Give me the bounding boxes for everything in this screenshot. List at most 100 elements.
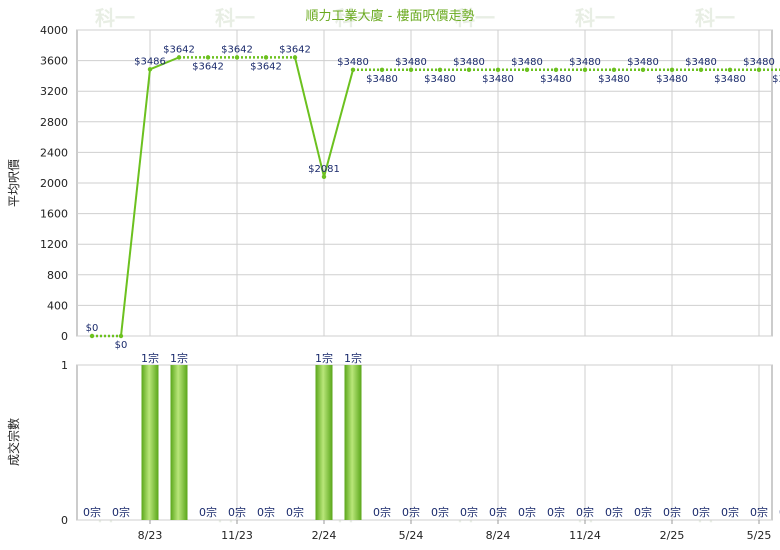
- y-tick-label: 400: [47, 299, 68, 312]
- deal-count-label: 0宗: [460, 505, 478, 519]
- price-label: $3480: [743, 57, 775, 68]
- deal-bar: [170, 365, 188, 520]
- price-point: [495, 67, 501, 72]
- price-point: [698, 67, 704, 72]
- price-label: $3480: [540, 74, 572, 85]
- bar-y-ticks: 01: [61, 359, 68, 527]
- price-label: $3480: [598, 74, 630, 85]
- watermark-text: 科一: [215, 6, 255, 30]
- price-label: $3480: [395, 57, 427, 68]
- price-label: $0: [86, 323, 99, 334]
- y-tick-label: 2400: [40, 146, 68, 159]
- deal-count-label: 0宗: [286, 505, 304, 519]
- y-tick-label: 0: [61, 330, 68, 343]
- deal-count-label: 0宗: [112, 505, 130, 519]
- price-point: [234, 55, 240, 60]
- price-label: $3642: [221, 44, 253, 55]
- deal-count-label: 0宗: [373, 505, 391, 519]
- price-label: $3480: [424, 74, 456, 85]
- y-tick-label: 1200: [40, 238, 68, 251]
- price-point: [176, 55, 182, 60]
- deal-count-label: 0宗: [228, 505, 246, 519]
- deal-bar: [315, 365, 333, 520]
- y-tick-label: 800: [47, 269, 68, 282]
- deal-count-label: 0宗: [663, 505, 681, 519]
- line-y-ticks: 0 400 800 1200 1600 2000 2400 2800 3200 3600 4000: [40, 24, 68, 343]
- deal-count-label: 0宗: [199, 505, 217, 519]
- chart-title: 順力工業大廈 - 樓面呎價走勢: [306, 8, 475, 24]
- x-tick-label: 8/23: [138, 529, 163, 542]
- chart-figure: 科一科一科一科一科一科一科一科一科一科一科一科一科一科一科一科一科一科一科一科一…: [6, 6, 780, 542]
- line-y-axis-title: 平均呎價: [7, 159, 21, 207]
- price-label: $3480: [569, 57, 601, 68]
- deal-count-label: 0宗: [402, 505, 420, 519]
- deal-count-label: 1宗: [170, 351, 188, 365]
- x-tick-label: 11/23: [221, 529, 253, 542]
- price-point: [466, 67, 472, 72]
- price-point: [321, 174, 327, 180]
- price-label: $3486: [134, 56, 166, 67]
- deal-count-label: 0宗: [634, 505, 652, 519]
- price-label: $0: [115, 340, 128, 351]
- price-point: [89, 333, 95, 339]
- price-point: [669, 67, 675, 72]
- price-label: $3642: [163, 44, 195, 55]
- x-tick-label: 2/25: [660, 529, 685, 542]
- price-point: [553, 67, 559, 72]
- y-tick-label: 3200: [40, 85, 68, 98]
- price-label: $3480: [627, 57, 659, 68]
- deal-count-label: 1宗: [141, 351, 159, 365]
- price-label: $3480: [714, 74, 746, 85]
- price-point: [611, 67, 617, 72]
- y-tick-label: 2800: [40, 116, 68, 129]
- price-point: [292, 55, 298, 60]
- price-label: $2081: [308, 164, 340, 175]
- price-label: $3480: [453, 57, 485, 68]
- deal-count-label: 0宗: [489, 505, 507, 519]
- price-label: $3480: [366, 74, 398, 85]
- price-point: [640, 67, 646, 72]
- x-tick-label: 11/24: [569, 529, 601, 542]
- price-point: [263, 55, 269, 60]
- deal-count-label: 0宗: [721, 505, 739, 519]
- price-label: $3642: [250, 61, 282, 72]
- price-point: [147, 67, 153, 72]
- deal-count-label: 0宗: [692, 505, 710, 519]
- deal-count-label: 0宗: [518, 505, 536, 519]
- deal-count-label: 0宗: [431, 505, 449, 519]
- deal-count-label: 0宗: [257, 505, 275, 519]
- price-point: [437, 67, 443, 72]
- price-point: [118, 333, 124, 339]
- deal-count-label: 0宗: [605, 505, 623, 519]
- price-point: [350, 67, 356, 72]
- price-label: $3480: [685, 57, 717, 68]
- deal-count-label: 1宗: [315, 351, 333, 365]
- deal-count-label: 0宗: [83, 505, 101, 519]
- price-point: [379, 67, 385, 72]
- deal-bar: [141, 365, 159, 520]
- price-point: [524, 67, 530, 72]
- y-tick-label: 1: [61, 359, 68, 372]
- x-tick-label: 5/25: [747, 529, 772, 542]
- y-tick-label: 2000: [40, 177, 68, 190]
- price-label: $3480: [482, 74, 514, 85]
- deal-bar: [344, 365, 362, 520]
- price-label: $3480: [656, 74, 688, 85]
- price-point: [205, 55, 211, 60]
- deal-count-label: 0宗: [576, 505, 594, 519]
- price-label: $3642: [279, 44, 311, 55]
- x-tick-label: 8/24: [486, 529, 511, 542]
- y-tick-label: 0: [61, 514, 68, 527]
- price-label: $3480: [772, 74, 780, 85]
- deal-count-label: 0宗: [547, 505, 565, 519]
- price-point: [582, 67, 588, 72]
- y-tick-label: 1600: [40, 208, 68, 221]
- watermark-text: 科一: [695, 6, 735, 30]
- price-label: $3480: [337, 57, 369, 68]
- watermark-text: 科一: [95, 6, 135, 30]
- price-point: [756, 67, 762, 72]
- price-point: [727, 67, 733, 72]
- bar-y-axis-title: 成交宗數: [6, 418, 21, 466]
- y-tick-label: 4000: [40, 24, 68, 37]
- watermark-text: 科一: [575, 6, 615, 30]
